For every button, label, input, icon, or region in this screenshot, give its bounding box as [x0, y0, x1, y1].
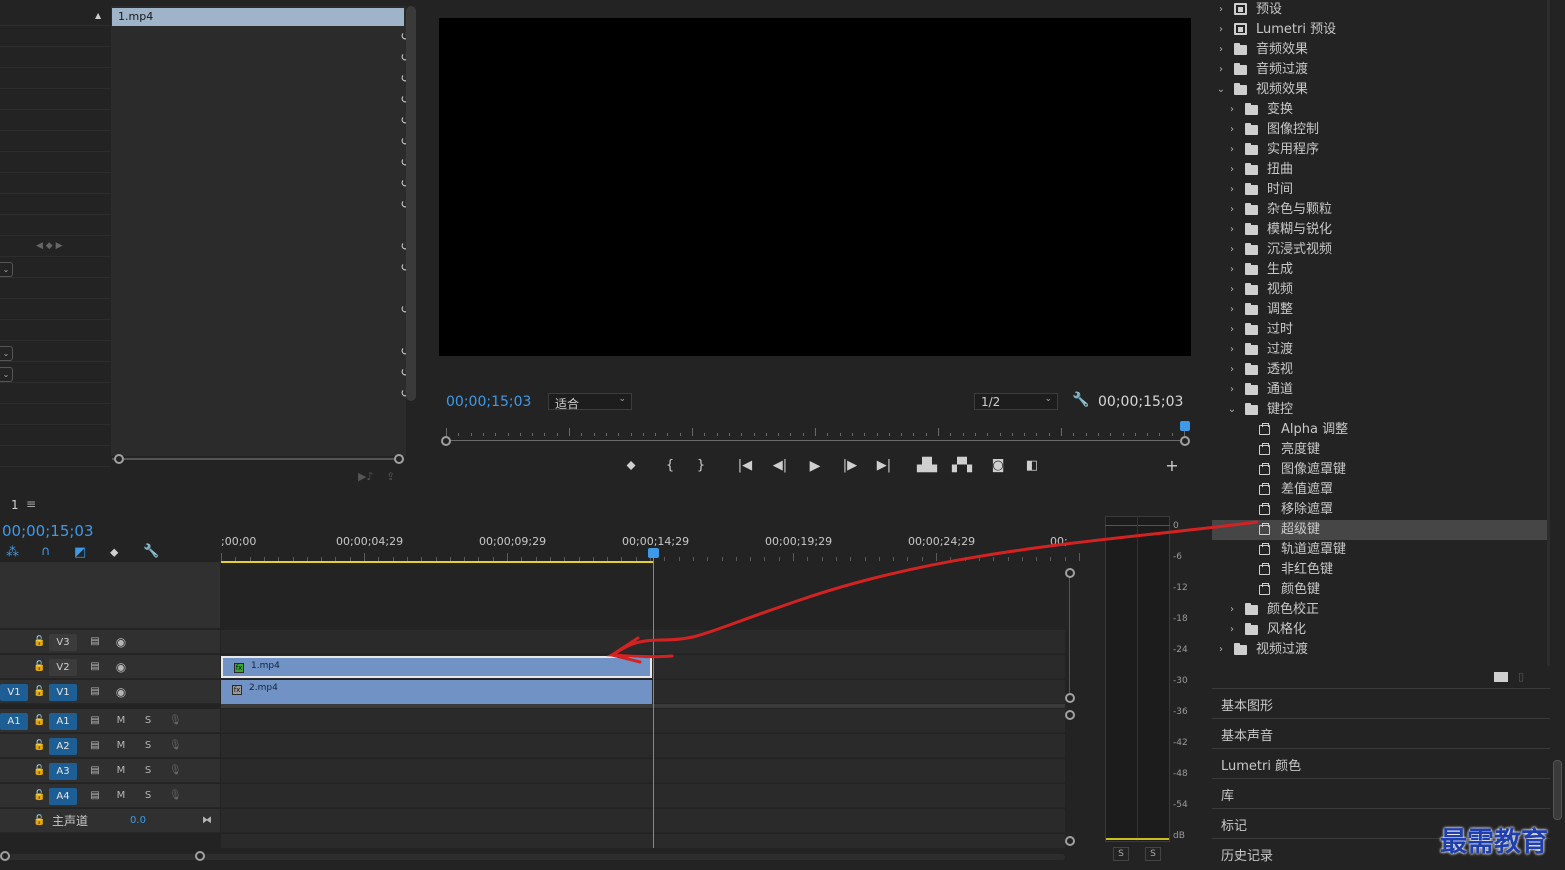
watermark-logo: 最需教育	[1440, 827, 1548, 858]
annotation-arrow	[606, 520, 1259, 664]
